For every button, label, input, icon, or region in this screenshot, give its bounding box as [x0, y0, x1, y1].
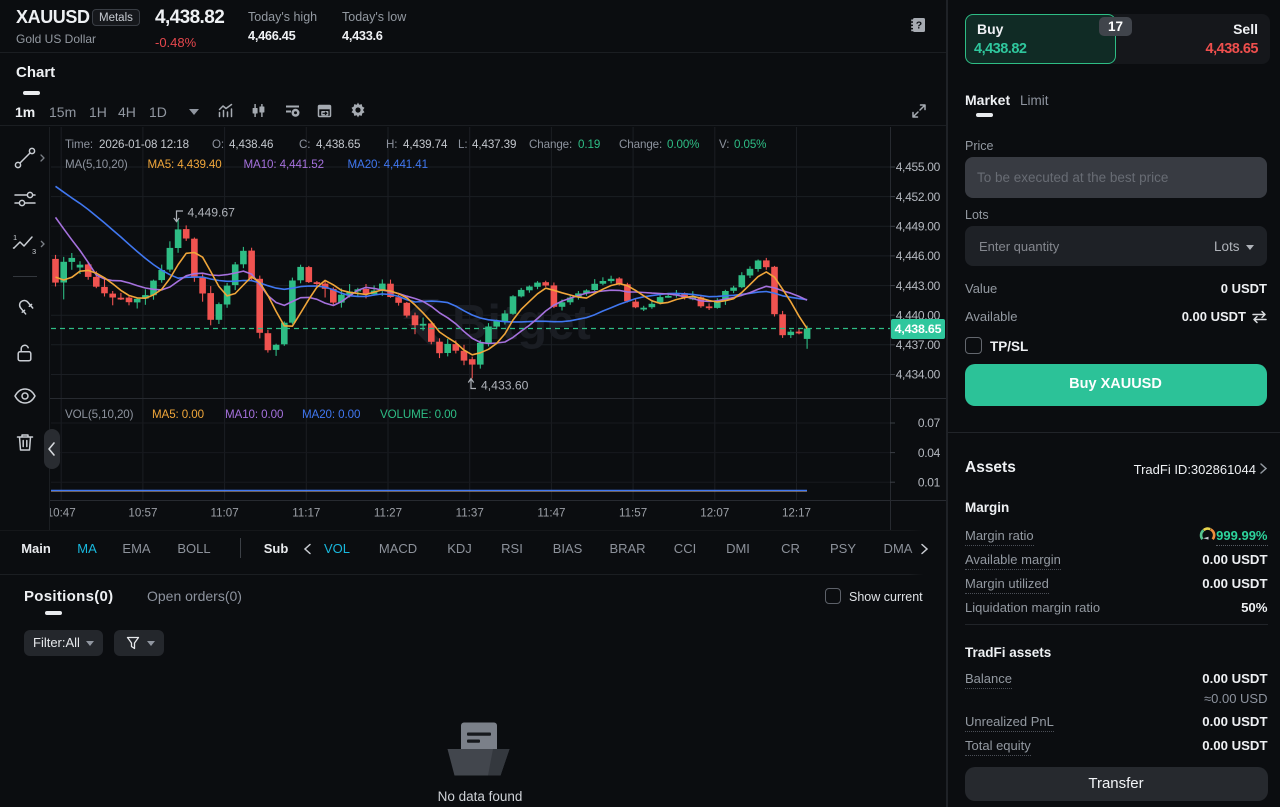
svg-text:MA(5,10,20): MA(5,10,20): [65, 158, 128, 171]
svg-text:VOL(5,10,20): VOL(5,10,20): [65, 408, 134, 421]
svg-text:10:47: 10:47: [47, 507, 76, 520]
svg-text:4,438.46: 4,438.46: [229, 138, 273, 151]
svg-text:MA5: 4,439.40: MA5: 4,439.40: [148, 158, 222, 171]
svg-text:V:: V:: [719, 138, 729, 151]
svg-text:MA5: 0.00: MA5: 0.00: [152, 408, 204, 421]
svg-text:2026-01-08 12:18: 2026-01-08 12:18: [99, 138, 189, 151]
svg-text:4,434.00: 4,434.00: [896, 368, 941, 382]
svg-text:MA20: 4,441.41: MA20: 4,441.41: [348, 158, 428, 171]
svg-text:0.07: 0.07: [918, 416, 941, 430]
svg-text:0.04: 0.04: [918, 446, 941, 460]
svg-text:11:07: 11:07: [211, 507, 239, 520]
svg-text:1: 1: [13, 233, 17, 242]
svg-text:4,439.74: 4,439.74: [403, 138, 448, 151]
svg-text:11:47: 11:47: [537, 507, 565, 520]
svg-text:4,449.67: 4,449.67: [188, 206, 236, 220]
svg-text:L:: L:: [458, 138, 467, 151]
svg-text:11:57: 11:57: [619, 507, 647, 520]
svg-text:O:: O:: [212, 138, 224, 151]
svg-text:0.05%: 0.05%: [734, 138, 766, 151]
svg-text:11:37: 11:37: [456, 507, 484, 520]
svg-text:4,438.65: 4,438.65: [895, 322, 942, 336]
svg-text:4,438.65: 4,438.65: [316, 138, 360, 151]
svg-text:?: ?: [916, 20, 922, 32]
svg-text:MA20: 0.00: MA20: 0.00: [302, 408, 360, 421]
svg-text:H:: H:: [386, 138, 397, 151]
svg-text:12:07: 12:07: [700, 507, 729, 520]
svg-text:12:17: 12:17: [782, 507, 811, 520]
svg-text:3: 3: [32, 247, 36, 256]
svg-text:4,433.60: 4,433.60: [481, 379, 529, 393]
svg-text:4,437.00: 4,437.00: [896, 338, 941, 352]
svg-text:MA10: 4,441.52: MA10: 4,441.52: [244, 158, 324, 171]
svg-text:10:57: 10:57: [128, 507, 157, 520]
svg-text:0.01: 0.01: [918, 475, 941, 489]
svg-text:VOLUME: 0.00: VOLUME: 0.00: [380, 408, 457, 421]
svg-text:11:17: 11:17: [292, 507, 320, 520]
svg-text:4,443.00: 4,443.00: [896, 279, 941, 293]
svg-text:11:27: 11:27: [374, 507, 402, 520]
svg-text:Time:: Time:: [65, 138, 93, 151]
svg-text:4,449.00: 4,449.00: [896, 220, 941, 234]
svg-text:4,452.00: 4,452.00: [896, 190, 941, 204]
svg-text:0.00%: 0.00%: [667, 138, 699, 151]
svg-text:Change:: Change:: [529, 138, 572, 151]
svg-text:Change:: Change:: [619, 138, 662, 151]
svg-text:4,455.00: 4,455.00: [896, 160, 941, 174]
svg-text:4,446.00: 4,446.00: [896, 249, 941, 263]
svg-text:0.19: 0.19: [578, 138, 600, 151]
svg-text:MA10: 0.00: MA10: 0.00: [225, 408, 283, 421]
svg-text:4,437.39: 4,437.39: [472, 138, 516, 151]
svg-text:C:: C:: [299, 138, 310, 151]
